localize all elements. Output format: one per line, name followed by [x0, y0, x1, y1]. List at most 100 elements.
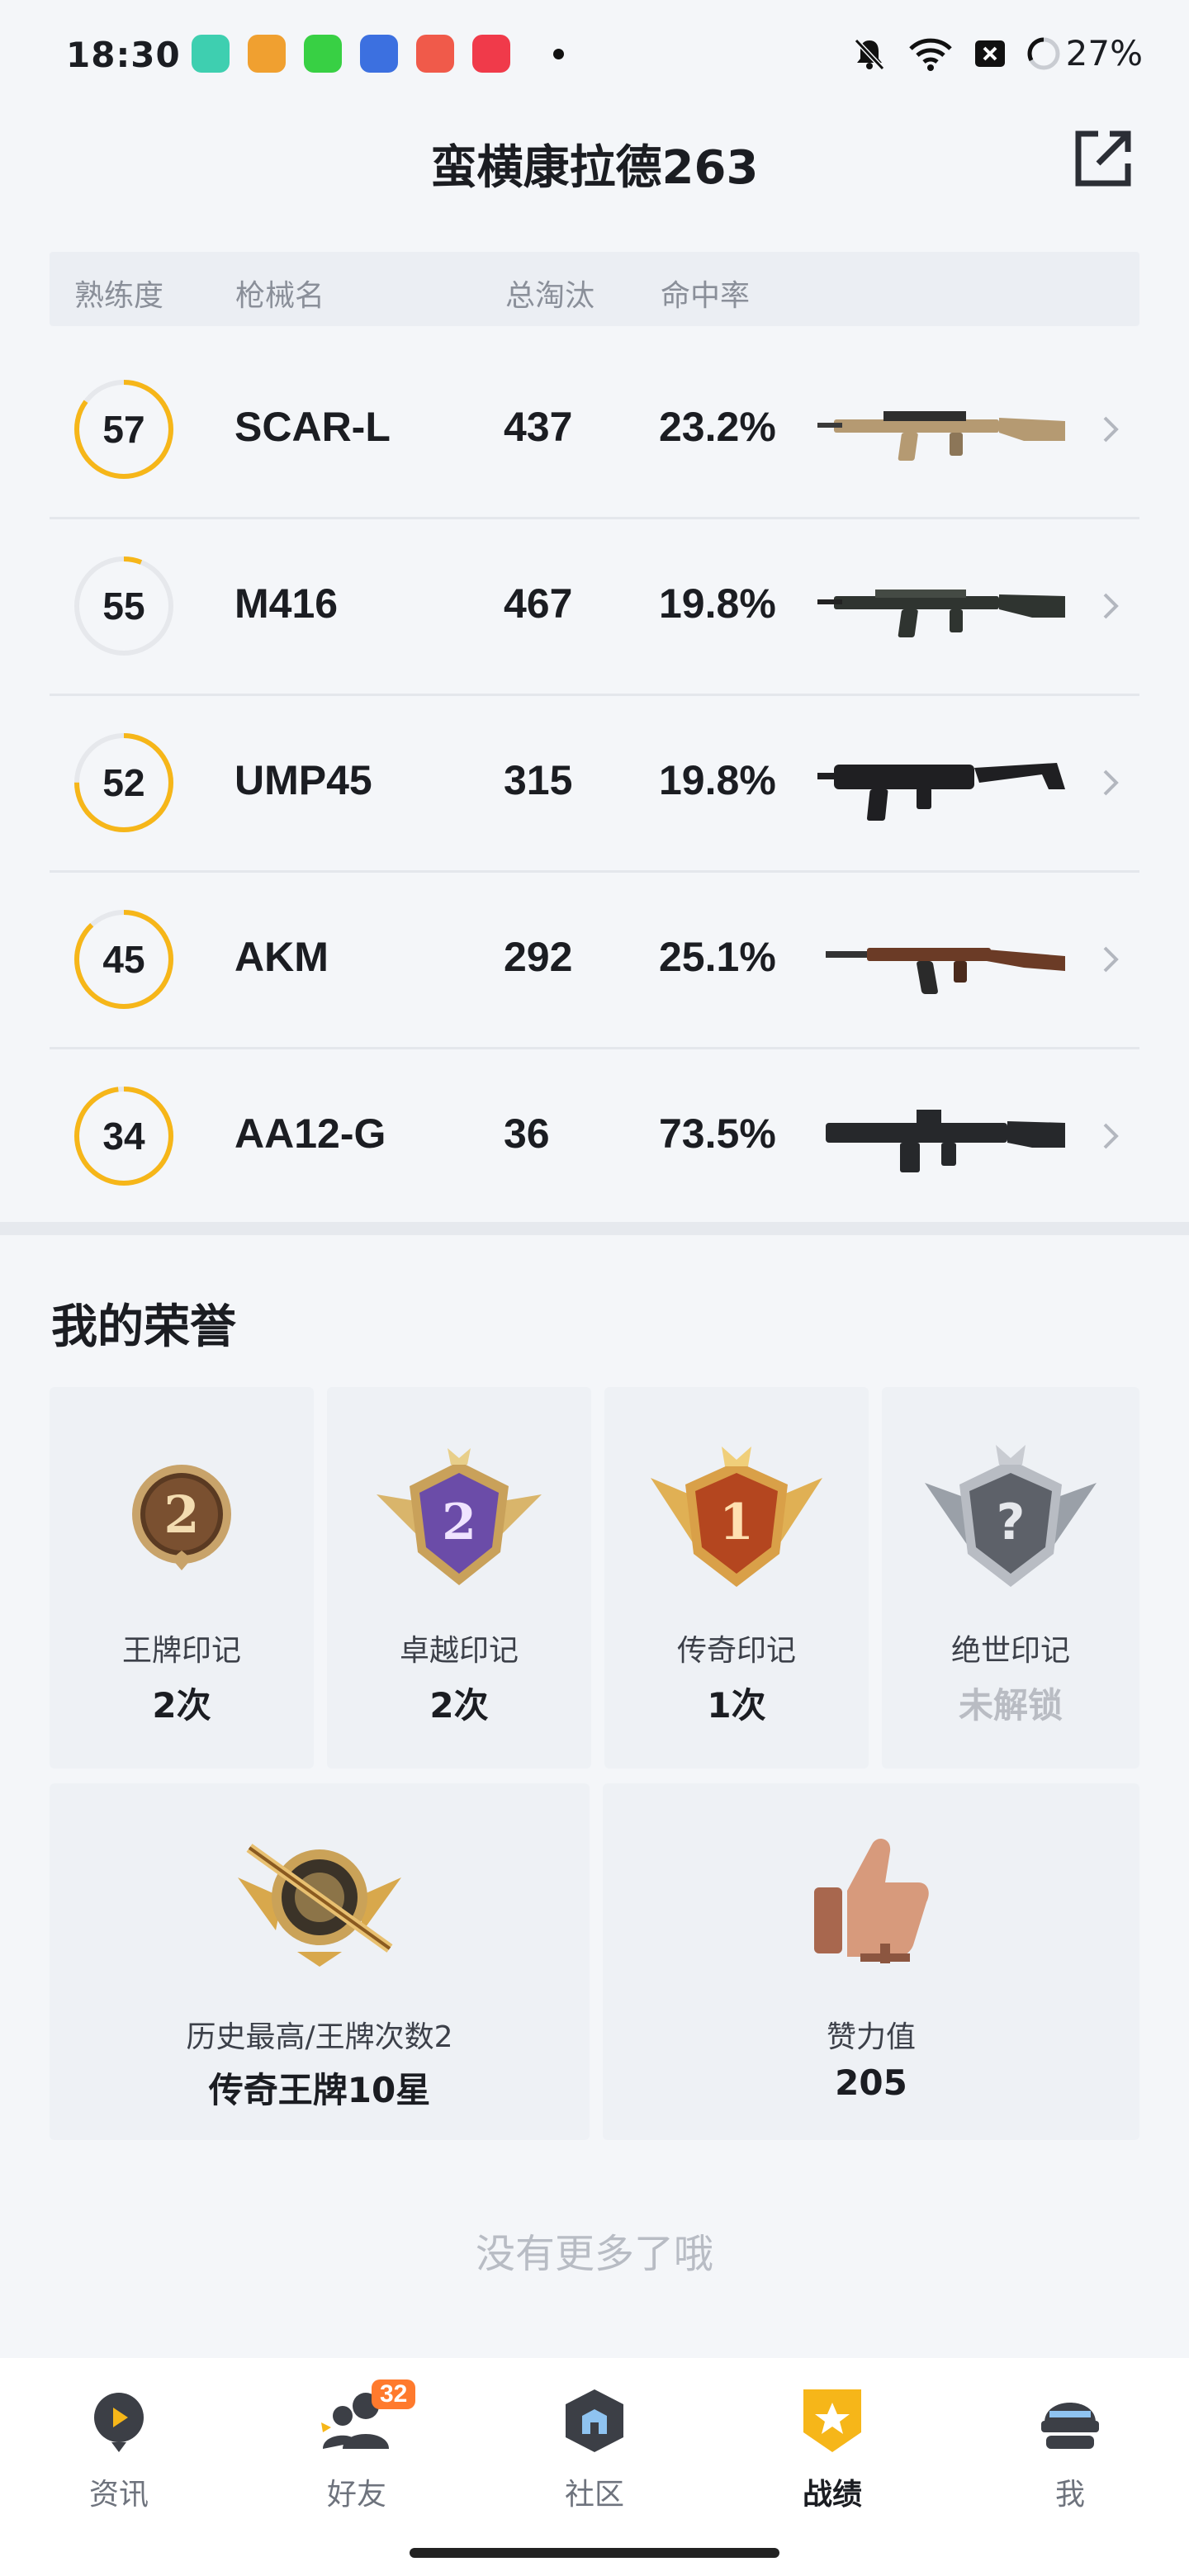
- ace-emblem-icon: 2: [132, 1465, 231, 1570]
- col-hit-rate: 命中率: [661, 279, 751, 313]
- proficiency-value: 34: [102, 1115, 145, 1158]
- weapon-name: M416: [234, 580, 339, 627]
- nav-label: 资讯: [88, 2478, 149, 2512]
- weapon-kills: 292: [504, 934, 573, 980]
- weapon-row[interactable]: 34 AA12-G 36 73.5%: [50, 1047, 1139, 1224]
- scar-l-rifle-image: [817, 411, 1065, 461]
- bottom-nav: 资讯 32 好友 社区 战绩 我: [0, 2358, 1189, 2576]
- honor-card-excellence[interactable]: 2 卓越印记 2次: [327, 1387, 591, 1769]
- chevron-right-icon[interactable]: [1098, 941, 1123, 978]
- weapon-hit-rate: 73.5%: [659, 1110, 776, 1157]
- weapon-table-header: 熟练度 枪械名 总淘汰 命中率: [50, 252, 1139, 326]
- honor-card-legend[interactable]: 1 传奇印记 1次: [604, 1387, 869, 1769]
- col-total-kills: 总淘汰: [505, 279, 595, 313]
- status-right: 27%: [851, 33, 1143, 73]
- honor-card-ace[interactable]: 2 王牌印记 2次: [50, 1387, 314, 1769]
- svg-text:2: 2: [163, 1485, 199, 1545]
- wifi-icon: [908, 38, 952, 71]
- thumbs-up-icon: [814, 1839, 929, 1963]
- legendary-ace-tier-emblem-icon: [238, 1844, 401, 1967]
- weapon-row[interactable]: 55 M416 467 19.8%: [50, 517, 1139, 696]
- more-notifications-dot: [553, 48, 564, 59]
- tab-friends[interactable]: 32 好友: [282, 2379, 431, 2513]
- honor-card-highest-tier[interactable]: 历史最高/王牌次数2 传奇王牌10星: [50, 1783, 590, 2140]
- chevron-right-icon[interactable]: [1098, 1118, 1123, 1154]
- tab-news[interactable]: 资讯: [45, 2383, 193, 2513]
- sim-x-icon: [974, 40, 1005, 67]
- honor-status: 未解锁: [958, 1685, 1063, 1726]
- chevron-right-icon[interactable]: [1098, 765, 1123, 801]
- nav-label: 战绩: [802, 2478, 862, 2512]
- bell-off-icon: [854, 38, 884, 70]
- profile-icon: [1041, 2403, 1099, 2449]
- svg-text:2: 2: [442, 1494, 476, 1551]
- nav-label: 我: [1054, 2478, 1085, 2512]
- nav-label: 好友: [326, 2478, 386, 2512]
- community-icon: [566, 2389, 623, 2452]
- battery-icon: [1027, 37, 1060, 69]
- share-icon[interactable]: [1070, 125, 1136, 192]
- honor-card-likes[interactable]: 赞力值 205: [603, 1783, 1139, 2140]
- honor-label: 历史最高/王牌次数2: [186, 2020, 453, 2054]
- honor-label: 赞力值: [826, 2020, 916, 2054]
- tab-profile[interactable]: 我: [996, 2383, 1144, 2513]
- weapon-kills: 315: [504, 757, 573, 803]
- proficiency-value: 55: [102, 585, 145, 627]
- proficiency-value: 45: [102, 938, 145, 981]
- col-weapon-name: 枪械名: [235, 279, 325, 313]
- m416-rifle-image: [817, 590, 1065, 637]
- excellence-emblem-icon: 2: [377, 1448, 542, 1585]
- honor-count: 1次: [707, 1685, 766, 1726]
- peerless-emblem-locked-icon: ?: [925, 1445, 1097, 1587]
- tab-community[interactable]: 社区: [520, 2383, 669, 2513]
- status-time: 18:30: [66, 35, 181, 75]
- ump45-smg-image: [817, 763, 1065, 821]
- video-app-icon: [416, 35, 454, 73]
- notification-app-icons: [192, 35, 564, 73]
- tab-record[interactable]: 战绩: [758, 2383, 907, 2513]
- record-icon: [803, 2389, 861, 2452]
- green-app-icon: [304, 35, 342, 73]
- section-divider: [0, 1222, 1189, 1235]
- nav-label: 社区: [564, 2478, 624, 2512]
- honor-label: 卓越印记: [399, 1634, 519, 1668]
- weapon-kills: 36: [504, 1110, 550, 1157]
- likes-value: 205: [835, 2062, 907, 2103]
- proficiency-value: 52: [102, 761, 145, 804]
- battery-percent: 27%: [1065, 33, 1143, 73]
- weapon-name: UMP45: [234, 757, 372, 803]
- weapon-row[interactable]: 57 SCAR-L 437 23.2%: [50, 340, 1139, 519]
- weapon-kills: 467: [504, 580, 573, 627]
- honor-label: 王牌印记: [121, 1634, 241, 1668]
- honor-count: 2次: [429, 1685, 489, 1726]
- chevron-right-icon[interactable]: [1098, 588, 1123, 624]
- weapon-name: AKM: [234, 934, 329, 980]
- music-app-icon: [472, 35, 510, 73]
- weapon-name: SCAR-L: [234, 404, 391, 450]
- weapon-row[interactable]: 45 AKM 292 25.1%: [50, 870, 1139, 1049]
- akm-rifle-image: [826, 948, 1065, 994]
- no-more-text: 没有更多了哦: [475, 2231, 713, 2277]
- home-indicator: [410, 2548, 779, 2558]
- chat-app-icon: [192, 35, 230, 73]
- weapon-kills: 437: [504, 404, 573, 450]
- col-proficiency: 熟练度: [74, 279, 164, 313]
- weapon-hit-rate: 23.2%: [659, 404, 776, 450]
- game-app-icon: [248, 35, 286, 73]
- weapon-hit-rate: 25.1%: [659, 934, 776, 980]
- weapon-row[interactable]: 52 UMP45 315 19.8%: [50, 694, 1139, 873]
- honor-count: 2次: [152, 1685, 211, 1726]
- proficiency-value: 57: [102, 408, 145, 451]
- weapon-hit-rate: 19.8%: [659, 757, 776, 803]
- status-bar: 18:30 27%: [0, 0, 1189, 107]
- blue-app-icon: [360, 35, 398, 73]
- aa12-shotgun-image: [826, 1110, 1065, 1172]
- weapon-hit-rate: 19.8%: [659, 580, 776, 627]
- weapon-name: AA12-G: [234, 1110, 386, 1157]
- honor-label: 传奇印记: [676, 1634, 796, 1668]
- honor-label: 绝世印记: [950, 1634, 1070, 1668]
- honor-card-peerless[interactable]: ? 绝世印记 未解锁: [882, 1387, 1139, 1769]
- legend-emblem-icon: 1: [651, 1447, 822, 1587]
- honors-title: 我的荣誉: [51, 1300, 236, 1354]
- chevron-right-icon[interactable]: [1098, 411, 1123, 447]
